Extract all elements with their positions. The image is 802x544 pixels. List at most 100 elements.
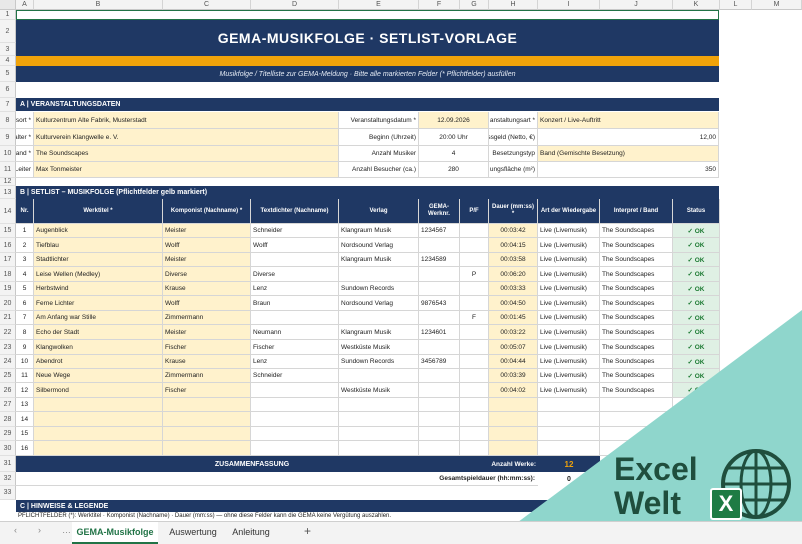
setlist-cell-text[interactable]: Braun [251, 296, 339, 311]
setlist-cell-komponist[interactable]: Zimmermann [163, 311, 251, 325]
setlist-cell-werknr[interactable] [419, 427, 460, 441]
row-header[interactable]: 9 [0, 129, 16, 146]
row-header[interactable]: 28 [0, 412, 16, 427]
setlist-cell-nr[interactable]: 7 [16, 311, 34, 325]
row-header[interactable]: 16 [0, 238, 16, 253]
setlist-cell-verlag[interactable] [339, 311, 419, 325]
column-header[interactable]: F [419, 0, 460, 10]
setlist-cell-werknr[interactable]: 1234601 [419, 325, 460, 340]
row-header[interactable]: 26 [0, 383, 16, 398]
setlist-cell-text[interactable] [251, 253, 339, 267]
setlist-cell-werknr[interactable] [419, 398, 460, 412]
setlist-cell-nr[interactable]: 2 [16, 238, 34, 253]
setlist-cell-verlag[interactable]: Nordsound Verlag [339, 296, 419, 311]
row-header[interactable]: 8 [0, 112, 16, 129]
setlist-cell-verlag[interactable]: Klangraum Musik [339, 253, 419, 267]
event-field-value[interactable]: 350 [538, 162, 719, 178]
setlist-cell-nr[interactable]: 9 [16, 340, 34, 355]
tab-gema-musikfolge[interactable]: GEMA-Musikfolge [72, 522, 158, 544]
setlist-cell-text[interactable] [251, 441, 339, 456]
setlist-cell-art[interactable]: Live (Livemusik) [538, 253, 600, 267]
tab-anleitung[interactable]: Anleitung [228, 522, 274, 542]
setlist-cell-dauer[interactable]: 00:03:58 [489, 253, 538, 267]
setlist-cell-text[interactable]: Schneider [251, 369, 339, 383]
event-field-value[interactable]: 12,00 [538, 129, 719, 146]
row-header[interactable]: 29 [0, 427, 16, 441]
setlist-cell-komponist[interactable]: Diverse [163, 267, 251, 282]
row-header[interactable]: 15 [0, 224, 16, 238]
setlist-cell-werknr[interactable] [419, 282, 460, 296]
setlist-cell-status[interactable]: ✓ OK [673, 282, 720, 296]
column-header[interactable]: I [538, 0, 600, 10]
column-header[interactable]: C [163, 0, 251, 10]
setlist-cell-verlag[interactable] [339, 412, 419, 427]
setlist-cell-komponist[interactable]: Meister [163, 325, 251, 340]
setlist-cell-verlag[interactable] [339, 267, 419, 282]
setlist-cell-status[interactable]: ✓ OK [673, 224, 720, 238]
setlist-cell-komponist[interactable]: Fischer [163, 340, 251, 355]
setlist-cell-art[interactable]: Live (Livemusik) [538, 282, 600, 296]
column-header[interactable]: B [34, 0, 163, 10]
setlist-cell-titel[interactable]: Neue Wege [34, 369, 163, 383]
setlist-cell-status[interactable]: ✓ OK [673, 253, 720, 267]
setlist-cell-werknr[interactable] [419, 412, 460, 427]
column-header[interactable]: D [251, 0, 339, 10]
setlist-cell-nr[interactable]: 14 [16, 412, 34, 427]
event-field-value[interactable]: 4 [419, 146, 489, 162]
row-header[interactable]: 4 [0, 56, 16, 66]
setlist-cell-werknr[interactable] [419, 369, 460, 383]
setlist-cell-werknr[interactable] [419, 238, 460, 253]
setlist-cell-komponist[interactable] [163, 427, 251, 441]
setlist-cell-art[interactable]: Live (Livemusik) [538, 267, 600, 282]
setlist-cell-pf[interactable]: P [460, 267, 489, 282]
nav-right-icon[interactable]: › [38, 525, 41, 535]
setlist-cell-werknr[interactable] [419, 267, 460, 282]
row-header[interactable]: 32 [0, 472, 16, 486]
setlist-cell-text[interactable]: Diverse [251, 267, 339, 282]
setlist-cell-status[interactable]: ✓ OK [673, 267, 720, 282]
setlist-cell-titel[interactable]: Stadtlichter [34, 253, 163, 267]
row-header[interactable]: 10 [0, 146, 16, 162]
setlist-cell-nr[interactable]: 13 [16, 398, 34, 412]
setlist-cell-verlag[interactable] [339, 441, 419, 456]
row-header[interactable]: 24 [0, 355, 16, 369]
setlist-cell-verlag[interactable]: Klangraum Musik [339, 325, 419, 340]
setlist-cell-text[interactable]: Wolff [251, 238, 339, 253]
row-header[interactable]: 14 [0, 199, 16, 224]
setlist-cell-werknr[interactable]: 1234567 [419, 224, 460, 238]
setlist-cell-verlag[interactable]: Sundown Records [339, 282, 419, 296]
setlist-cell-text[interactable] [251, 398, 339, 412]
setlist-cell-text[interactable]: Neumann [251, 325, 339, 340]
setlist-cell-titel[interactable]: Echo der Stadt [34, 325, 163, 340]
setlist-cell-werknr[interactable]: 9876543 [419, 296, 460, 311]
setlist-cell-verlag[interactable]: Klangraum Musik [339, 224, 419, 238]
setlist-cell-titel[interactable]: Am Anfang war Stille [34, 311, 163, 325]
setlist-cell-pf[interactable] [460, 224, 489, 238]
setlist-cell-text[interactable]: Lenz [251, 355, 339, 369]
setlist-cell-titel[interactable]: Augenblick [34, 224, 163, 238]
setlist-cell-komponist[interactable]: Meister [163, 253, 251, 267]
setlist-cell-text[interactable] [251, 412, 339, 427]
setlist-cell-nr[interactable]: 3 [16, 253, 34, 267]
setlist-cell-dauer[interactable]: 00:03:42 [489, 224, 538, 238]
column-header[interactable]: G [460, 0, 489, 10]
row-header[interactable]: 13 [0, 186, 16, 199]
select-all-corner[interactable] [0, 0, 16, 10]
setlist-cell-nr[interactable]: 1 [16, 224, 34, 238]
row-header[interactable]: 27 [0, 398, 16, 412]
setlist-cell-werknr[interactable] [419, 383, 460, 398]
setlist-cell-komponist[interactable]: Wolff [163, 296, 251, 311]
column-header[interactable]: M [752, 0, 802, 10]
event-field-value[interactable]: Kulturverein Klangwelle e. V. [34, 129, 339, 146]
setlist-cell-verlag[interactable]: Westküste Musik [339, 383, 419, 398]
setlist-cell-titel[interactable]: Leise Wellen (Medley) [34, 267, 163, 282]
setlist-cell-komponist[interactable] [163, 412, 251, 427]
setlist-cell-verlag[interactable] [339, 427, 419, 441]
row-header[interactable]: 31 [0, 456, 16, 472]
row-header[interactable]: 3 [0, 43, 16, 56]
row-header[interactable]: 19 [0, 282, 16, 296]
column-header[interactable]: L [720, 0, 752, 10]
event-field-value[interactable]: Konzert / Live-Auftritt [538, 112, 719, 129]
setlist-cell-werknr[interactable] [419, 340, 460, 355]
event-field-value[interactable]: The Soundscapes [34, 146, 339, 162]
